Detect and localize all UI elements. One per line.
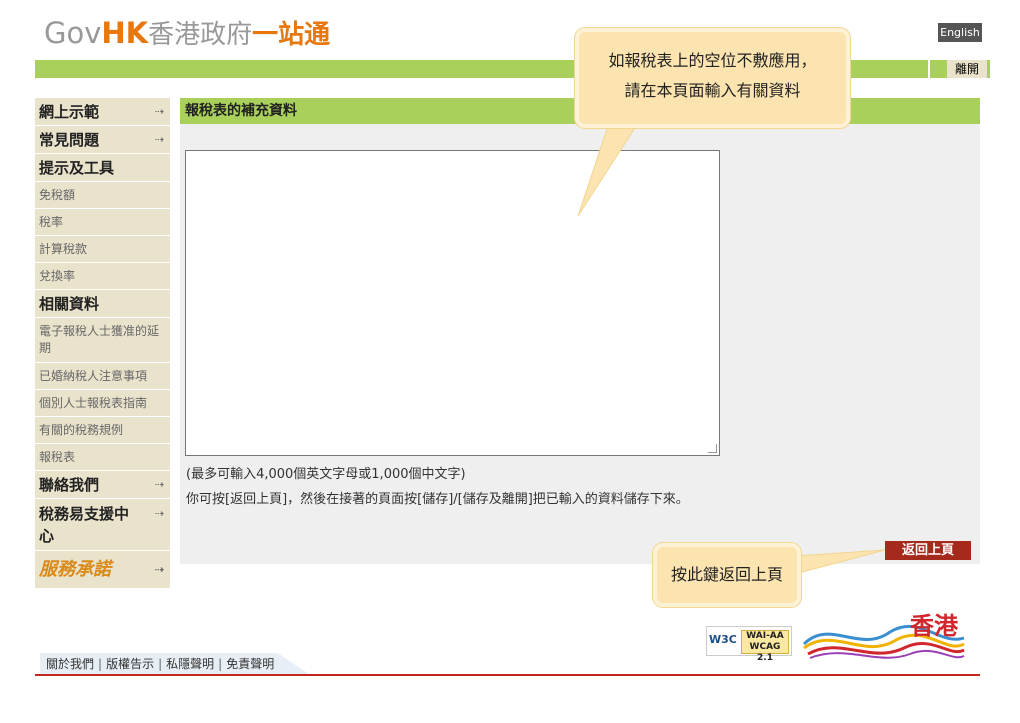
sidebar-item-label: 稅率 [39,215,64,229]
footer-separator: | [218,657,223,671]
sidebar-item-label: 報稅表 [39,450,76,464]
sidebar-item-exchange[interactable]: 兌換率 [35,263,170,290]
arrow-icon: ⇢ [154,478,164,491]
arrow-icon: ⇢ [154,563,164,576]
sidebar-item-return[interactable]: 報稅表 [35,444,170,471]
callout-pointer-bottom [795,549,886,575]
arrow-icon: ⇢ [154,133,164,146]
char-limit-note: (最多可輸入4,000個英文字母或1,000個中文字) [186,467,466,482]
callout-pointer-top [577,120,641,217]
sidebar-item-rules[interactable]: 有關的稅務規例 [35,417,170,444]
sidebar-item-label: 電子報稅人士獲准的延期 [39,324,160,355]
resize-handle-icon[interactable] [708,444,717,453]
sidebar-item-label: 有關的稅務規例 [39,423,124,437]
footer-link-disclaimer[interactable]: 免責聲明 [226,657,274,671]
wcag-badge[interactable]: W3C WAI-AA WCAG 2.1 [706,626,792,663]
back-button[interactable]: 返回上頁 [885,541,971,560]
sidebar-item-guide[interactable]: 個別人士報稅表指南 [35,390,170,417]
sidebar-item-demo[interactable]: 網上示範 ⇢ [35,98,170,126]
arrow-icon: ⇢ [154,105,164,118]
callout-top-line2: 請在本頁面輸入有關資料 [624,81,801,100]
footer-link-privacy[interactable]: 私隱聲明 [166,657,214,671]
sidebar-item-label: 已婚納稅人注意事項 [39,369,148,383]
sidebar-item-label: 免稅額 [39,188,76,202]
callout-top: 如報稅表上的空位不敷應用， 請在本頁面輸入有關資料 [575,28,850,128]
sidebar-item-label: 相關資料 [39,295,100,313]
sidebar-item-label: 網上示範 [39,103,100,121]
sidebar-item-pledge[interactable]: 服務承諾 ⇢ [35,551,170,589]
exit-button[interactable]: 離開 [930,60,990,78]
logo-zh2: 一站通 [252,20,331,50]
wcag-line1: WAI-AA [746,631,784,641]
footer-separator: | [98,657,103,671]
sidebar-item-label: 服務承諾 [39,559,111,580]
exit-label: 離開 [946,60,987,78]
logo-gov: Gov [44,16,102,50]
sidebar-item-label: 稅務易支援中心 [39,505,130,545]
sidebar-item-label: 提示及工具 [39,159,115,177]
logo-zh: 香港政府 [148,20,253,50]
sidebar-item-support[interactable]: 稅務易支援中心 ⇢ [35,499,170,551]
sidebar-item-tax-rates[interactable]: 稅率 [35,209,170,236]
sidebar-item-contact[interactable]: 聯絡我們 ⇢ [35,471,170,499]
brand-hk-text: 香港 [910,612,958,640]
sidebar-item-extension[interactable]: 電子報稅人士獲准的延期 [35,318,170,363]
arrow-icon: ⇢ [154,507,164,520]
english-button[interactable]: English [938,23,982,42]
wcag-line2: WCAG 2.1 [749,642,781,663]
sidebar-item-label: 常見問題 [39,131,100,149]
footer-link-about[interactable]: 關於我們 [46,657,94,671]
sidebar-item-married[interactable]: 已婚納稅人注意事項 [35,363,170,390]
sidebar-item-allowances[interactable]: 免稅額 [35,182,170,209]
sidebar-heading-tips: 提示及工具 [35,154,170,182]
sidebar: 網上示範 ⇢ 常見問題 ⇢ 提示及工具 免稅額 稅率 計算稅款 兌換率 相關資料 電… [35,98,170,589]
sidebar-item-label: 聯絡我們 [39,476,100,494]
footer-links: 關於我們 | 版權告示 | 私隱聲明 | 免責聲明 [40,653,311,675]
w3c-logo: W3C [709,633,737,646]
sidebar-item-label: 個別人士報稅表指南 [39,396,148,410]
save-instruction-note: 你可按[返回上頁]，然後在接著的頁面按[儲存]/[儲存及離開]把已輸入的資料儲存… [186,492,689,507]
govhk-logo[interactable]: GovHK香港政府一站通 [44,14,330,50]
callout-top-line1: 如報稅表上的空位不敷應用， [608,51,817,70]
wcag-level-badge: WAI-AA WCAG 2.1 [741,630,789,663]
callout-bottom: 按此鍵返回上頁 [653,543,801,607]
sidebar-item-label: 計算稅款 [39,242,88,256]
logo-hk: HK [101,16,149,50]
footer-divider [35,674,980,676]
sidebar-item-label: 兌換率 [39,269,76,283]
sidebar-item-faq[interactable]: 常見問題 ⇢ [35,126,170,154]
footer-link-copyright[interactable]: 版權告示 [106,657,154,671]
footer-separator: | [158,657,163,671]
sidebar-item-tax-calc[interactable]: 計算稅款 [35,236,170,263]
sidebar-heading-related: 相關資料 [35,290,170,318]
